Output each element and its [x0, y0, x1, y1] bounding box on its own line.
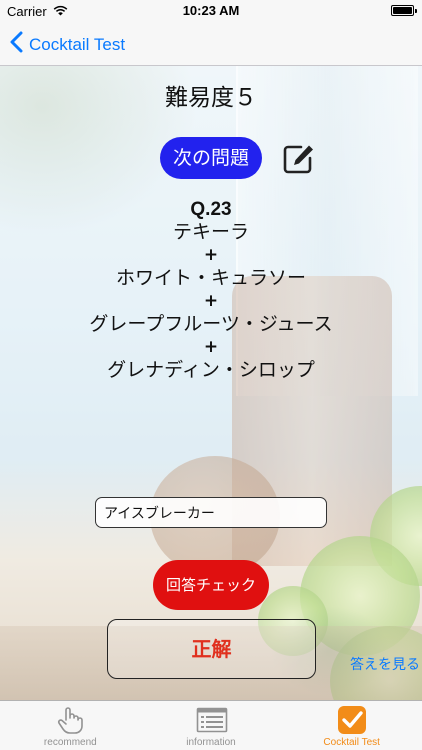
- check-answer-button[interactable]: 回答チェック: [153, 560, 269, 610]
- tab-label: recommend: [43, 737, 97, 748]
- navigation-bar: Cocktail Test: [0, 22, 422, 66]
- checkbox-icon: [337, 705, 367, 735]
- back-button[interactable]: Cocktail Test: [10, 31, 125, 58]
- ingredient: ホワイト・キュラソー: [115, 267, 306, 289]
- difficulty-title: 難易度５: [165, 85, 257, 111]
- tab-label: Cocktail Test: [323, 737, 380, 748]
- ingredient: テキーラ: [172, 221, 249, 243]
- hand-pointer-icon: [55, 705, 85, 735]
- question-number: Q.23: [190, 199, 232, 220]
- back-label: Cocktail Test: [29, 34, 126, 54]
- chevron-left-icon: [10, 31, 23, 58]
- show-answer-link[interactable]: 答えを見る: [350, 654, 420, 674]
- ingredient: グレープフルーツ・ジュース: [89, 313, 333, 335]
- answer-input[interactable]: [95, 497, 327, 528]
- battery-fill: [393, 7, 412, 14]
- question-block: Q.23 テキーラ + ホワイト・キュラソー + グレープフルーツ・ジュース +…: [0, 198, 422, 382]
- list-icon: [196, 705, 228, 735]
- tab-label: information: [186, 737, 236, 748]
- ingredient: グレナディン・シロップ: [107, 359, 315, 381]
- result-text: 正解: [191, 637, 232, 661]
- tab-cocktail-test[interactable]: Cocktail Test: [281, 701, 422, 750]
- status-time: 10:23 AM: [182, 3, 240, 18]
- edit-icon[interactable]: [282, 142, 316, 176]
- result-box: 正解: [107, 619, 316, 679]
- screen: Carrier 10:23 AM Cocktail Test 難易度５ 次の問題…: [0, 0, 422, 750]
- next-question-button[interactable]: 次の問題: [160, 137, 262, 179]
- status-bar: Carrier 10:23 AM: [0, 0, 422, 22]
- tab-recommend[interactable]: recommend: [0, 701, 141, 750]
- battery-icon: [391, 5, 417, 16]
- tab-information[interactable]: information: [141, 701, 282, 750]
- tab-bar: recommend information Cocktail Test: [0, 700, 422, 750]
- plus-sign: +: [203, 291, 219, 311]
- plus-sign: +: [203, 337, 219, 357]
- plus-sign: +: [203, 245, 219, 265]
